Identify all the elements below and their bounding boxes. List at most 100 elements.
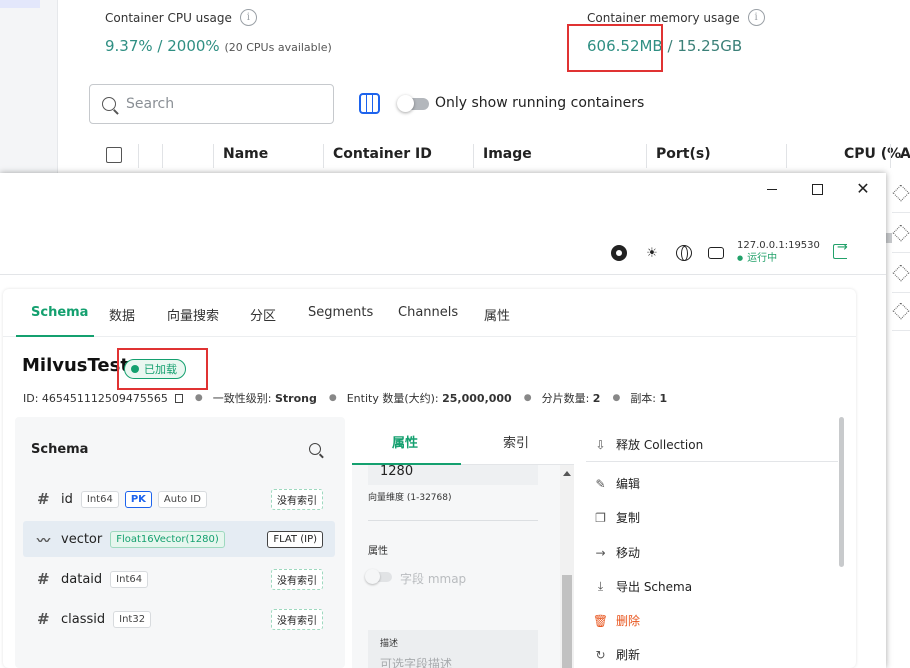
attu-window: ✕ ☀ 127.0.0.1:19530 运行中 Schema 数据 向量搜索 分…: [0, 173, 886, 668]
schema-field-list: Schema # id Int64 PK Auto ID 没有索引 〰 vect…: [15, 417, 345, 668]
delete-icon: 🗑: [592, 613, 609, 628]
field-type-chip: Float16Vector(1280): [110, 530, 225, 548]
server-address: 127.0.0.1:19530: [737, 240, 820, 251]
menu-copy[interactable]: ❐ 复制: [594, 509, 640, 526]
column-cpu[interactable]: CPU (%: [844, 146, 901, 162]
docker-table-right-edge: [886, 173, 910, 668]
field-type-chip: Int64: [80, 490, 119, 508]
index-chip[interactable]: 没有索引: [271, 488, 323, 510]
server-status: 运行中: [737, 252, 820, 265]
tab-attributes[interactable]: 属性: [392, 432, 418, 451]
scroll-thumb[interactable]: [562, 575, 572, 668]
connection-status: 127.0.0.1:19530 运行中: [737, 239, 820, 265]
column-image[interactable]: Image: [483, 146, 532, 162]
column-name[interactable]: Name: [223, 146, 268, 162]
field-row-dataid[interactable]: # dataid Int64 没有索引: [23, 561, 335, 597]
attributes-heading: 属性: [368, 546, 388, 557]
tab-data[interactable]: 数据: [109, 305, 135, 324]
collection-name: MilvusTest: [22, 355, 129, 376]
menu-refresh[interactable]: ↻ 刷新: [594, 646, 640, 663]
running-only-label: Only show running containers: [435, 95, 645, 111]
copy-icon: ❐: [595, 510, 606, 525]
info-icon[interactable]: i: [239, 9, 257, 26]
move-icon: →: [595, 545, 606, 560]
running-only-toggle[interactable]: [397, 95, 429, 112]
divider: [368, 520, 538, 521]
tab-index[interactable]: 索引: [503, 432, 529, 451]
mmap-toggle[interactable]: [365, 569, 392, 584]
collection-id: 465451112509475565: [41, 391, 168, 405]
collection-action-menu: ⇩ 释放 Collection ✎ 编辑 ❐ 复制 → 移动 ⤓ 导出 Schema 🗑 删…: [574, 417, 844, 668]
tab-properties[interactable]: 属性: [484, 305, 510, 324]
release-icon: ⇩: [595, 437, 606, 452]
cpu-usage-label: Container CPU usage i: [105, 9, 257, 26]
info-icon[interactable]: i: [747, 9, 765, 26]
menu-export-schema[interactable]: ⤓ 导出 Schema: [594, 578, 692, 595]
vector-field-icon: 〰: [37, 533, 51, 549]
column-container-id[interactable]: Container ID: [333, 146, 432, 162]
feedback-chat-icon[interactable]: [708, 247, 724, 259]
edit-icon: ✎: [595, 476, 606, 491]
select-all-checkbox[interactable]: [106, 147, 122, 163]
container-search-input[interactable]: Search: [89, 84, 334, 124]
github-icon[interactable]: [611, 245, 627, 261]
index-chip[interactable]: FLAT (IP): [267, 530, 323, 548]
collection-tabs: Schema 数据 向量搜索 分区 Segments Channels 属性: [3, 289, 856, 337]
mmap-label: 字段 mmap: [400, 572, 467, 586]
language-globe-icon[interactable]: [676, 245, 692, 261]
columns-icon[interactable]: [359, 93, 380, 114]
active-tab-indicator: [16, 335, 94, 337]
collection-meta: ID: 465451112509475565 ● 一致性级别: Strong ●…: [23, 391, 668, 406]
search-icon[interactable]: [309, 443, 321, 455]
scroll-up-icon[interactable]: [563, 471, 571, 476]
collection-detail-panel: Schema 数据 向量搜索 分区 Segments Channels 属性 M…: [3, 289, 856, 668]
description-field[interactable]: 描述 可选字段描述: [368, 630, 538, 668]
field-attribute-panel: 属性 索引 1280 向量维度 (1-32768) 属性 字段 mmap 描述 …: [352, 417, 574, 668]
copy-icon[interactable]: [174, 393, 183, 403]
tab-partitions[interactable]: 分区: [250, 305, 276, 324]
theme-sun-icon[interactable]: ☀: [644, 245, 660, 261]
field-row-id[interactable]: # id Int64 PK Auto ID 没有索引: [23, 481, 335, 517]
field-row-classid[interactable]: # classid Int32 没有索引: [23, 601, 335, 637]
field-type-chip: Int32: [113, 610, 152, 628]
cpu-usage-value: 9.37% / 2000% (20 CPUs available): [105, 37, 332, 55]
loaded-highlight-box: [117, 348, 208, 390]
tab-schema[interactable]: Schema: [31, 305, 88, 320]
memory-highlight-box: [567, 24, 663, 72]
number-field-icon: #: [37, 570, 50, 588]
attribute-scrollbar[interactable]: [560, 465, 574, 668]
refresh-icon: ↻: [595, 647, 606, 662]
container-action-icon[interactable]: [892, 264, 910, 282]
menu-release-collection[interactable]: ⇩ 释放 Collection: [594, 436, 703, 453]
attribute-tabs: 属性 索引: [352, 417, 574, 465]
menu-move[interactable]: → 移动: [594, 544, 640, 561]
column-actions[interactable]: A: [900, 146, 910, 162]
attu-topbar: ☀ 127.0.0.1:19530 运行中: [0, 231, 886, 275]
sidebar-selected-item[interactable]: [0, 0, 40, 8]
dimension-label: 向量维度 (1-32768): [368, 493, 452, 503]
container-action-icon[interactable]: [892, 224, 910, 242]
tab-vector-search[interactable]: 向量搜索: [167, 305, 219, 324]
search-icon: [102, 97, 116, 111]
menu-edit[interactable]: ✎ 编辑: [594, 475, 640, 492]
container-action-icon[interactable]: [892, 302, 910, 320]
container-table-header: Name Container ID Image Port(s) CPU (% A: [90, 140, 910, 172]
tab-segments[interactable]: Segments: [308, 305, 373, 320]
export-icon: ⤓: [597, 579, 604, 593]
container-action-icon[interactable]: [892, 184, 910, 202]
dimension-input[interactable]: 1280: [368, 465, 538, 485]
auto-id-chip: Auto ID: [157, 490, 207, 508]
field-row-vector[interactable]: 〰 vector Float16Vector(1280) FLAT (IP): [23, 521, 335, 557]
menu-scrollbar[interactable]: [839, 417, 844, 567]
logout-icon[interactable]: [833, 240, 848, 259]
index-chip[interactable]: 没有索引: [271, 608, 323, 630]
close-button[interactable]: ✕: [851, 179, 875, 199]
menu-delete[interactable]: 🗑 删除: [592, 612, 640, 629]
schema-heading: Schema: [31, 442, 89, 457]
menu-divider: [586, 461, 838, 462]
index-chip[interactable]: 没有索引: [271, 568, 323, 590]
number-field-icon: #: [37, 490, 50, 508]
column-ports[interactable]: Port(s): [656, 146, 711, 162]
tab-channels[interactable]: Channels: [398, 305, 458, 320]
field-type-chip: Int64: [110, 570, 149, 588]
